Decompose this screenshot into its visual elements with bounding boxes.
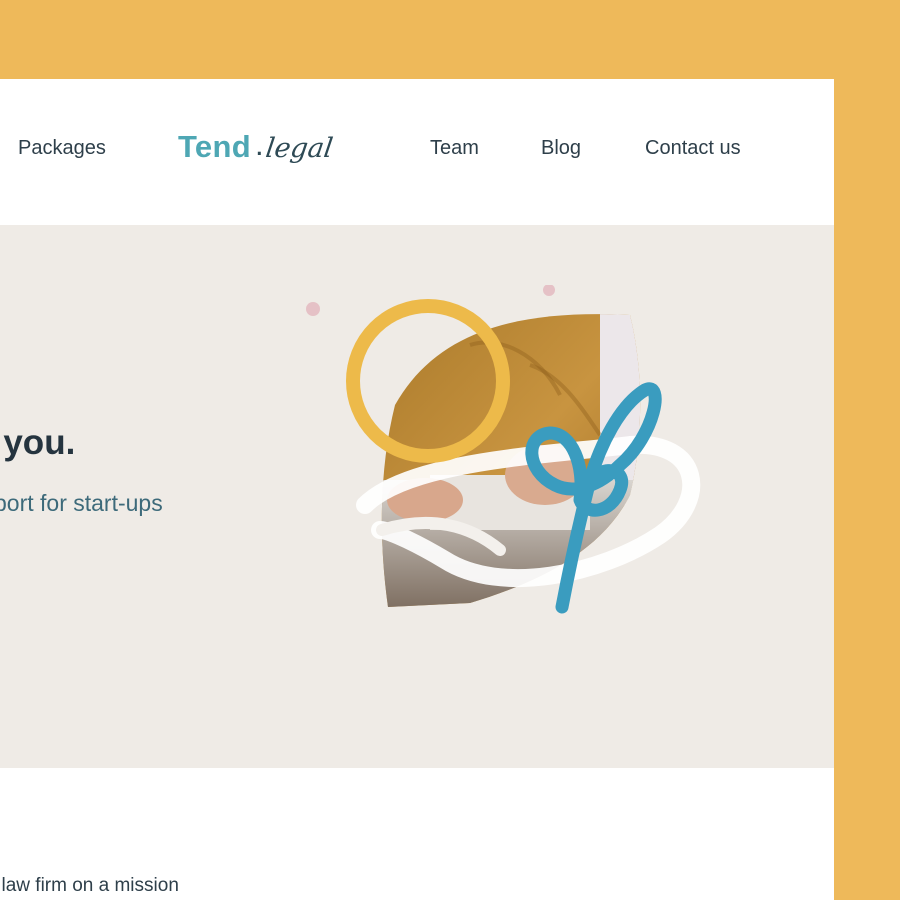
pink-dot bbox=[543, 285, 555, 296]
logo-script: legal bbox=[263, 133, 335, 164]
nav-link-blog[interactable]: Blog bbox=[541, 137, 581, 160]
nav-link-packages[interactable]: Packages bbox=[18, 137, 106, 160]
nav-link-team[interactable]: Team bbox=[430, 137, 479, 160]
logo-wordmark: Tend bbox=[178, 129, 251, 164]
website-window: Packages Tend . legal Team Blog Contact … bbox=[0, 79, 834, 900]
nav-link-contact[interactable]: Contact us bbox=[645, 137, 741, 160]
logo-dot: . bbox=[255, 127, 264, 162]
hero-illustration bbox=[306, 285, 701, 614]
hero-subtitle: port for start-ups bbox=[0, 490, 163, 516]
hero-section: r you. port for start-ups bbox=[0, 225, 834, 768]
pink-dot bbox=[306, 302, 320, 316]
top-navigation: Packages Tend . legal Team Blog Contact … bbox=[0, 79, 834, 225]
intro-text: l law firm on a mission bbox=[0, 875, 179, 896]
hero-title: r you. bbox=[0, 423, 76, 462]
intro-section: l law firm on a mission bbox=[0, 768, 834, 900]
